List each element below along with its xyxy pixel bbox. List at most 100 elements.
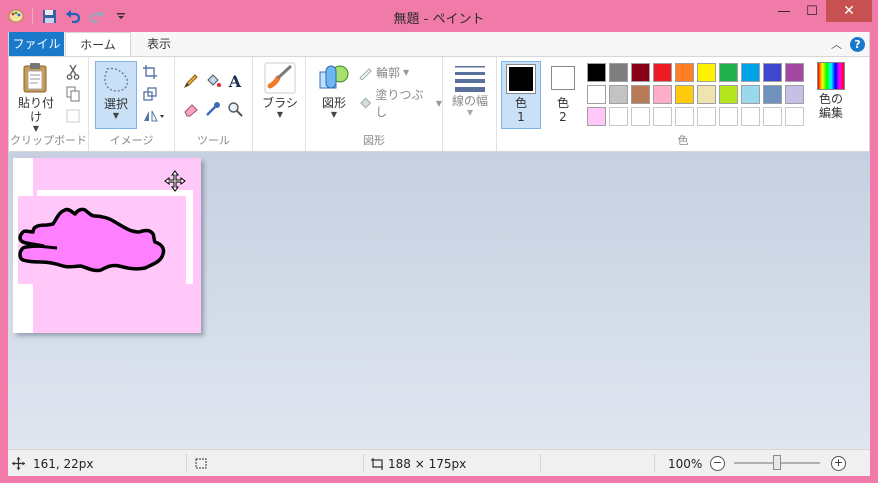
rotate-icon[interactable] (142, 108, 166, 124)
copy-icon[interactable] (65, 86, 81, 102)
palette-swatch-empty[interactable] (785, 107, 804, 126)
maximize-button[interactable]: ☐ (798, 0, 826, 22)
status-separator (540, 454, 541, 473)
palette-swatch[interactable] (675, 85, 694, 104)
line-width-icon (455, 66, 485, 92)
eraser-icon[interactable] (183, 101, 199, 117)
palette-swatch-empty[interactable] (741, 107, 760, 126)
palette-swatch-empty[interactable] (763, 107, 782, 126)
palette-swatch[interactable] (697, 63, 716, 82)
color1-swatch (509, 67, 533, 91)
paste-button[interactable]: 貼り付け ▼ (14, 62, 58, 133)
move-cursor-icon (164, 170, 186, 192)
palette-swatch[interactable] (697, 85, 716, 104)
pencil-icon[interactable] (183, 73, 199, 89)
palette-swatch[interactable] (763, 63, 782, 82)
paste-icon (23, 63, 47, 93)
cut-icon[interactable] (65, 64, 81, 80)
palette-swatch[interactable] (785, 85, 804, 104)
palette-swatch[interactable] (719, 85, 738, 104)
palette-swatch-empty[interactable] (719, 107, 738, 126)
ribbon: 貼り付け ▼ クリップボード 選択 ▼ イメージ A ツール ブラシ ▼ 図形 … (8, 56, 870, 152)
shapes-button[interactable]: 図形 ▼ (314, 62, 354, 119)
select-button[interactable]: 選択 ▼ (95, 61, 137, 129)
outline-icon (359, 68, 372, 80)
status-bar: 161, 22px 188 × 175px 100% − + (8, 449, 870, 476)
color1-button[interactable]: 色 1 (501, 61, 541, 129)
palette-swatch[interactable] (631, 63, 650, 82)
shapes-label: 図形 (321, 96, 346, 110)
zoom-out-button[interactable]: − (710, 456, 725, 471)
palette-swatch[interactable] (631, 85, 650, 104)
size-dropdown-icon: ▼ (466, 108, 474, 117)
tools-group-label: ツール (197, 134, 230, 147)
cursor-position: 161, 22px (12, 450, 94, 477)
crop-icon[interactable] (142, 64, 158, 80)
size-button[interactable]: 線の幅 ▼ (447, 62, 493, 117)
color2-swatch (551, 66, 575, 90)
palette-swatch-empty[interactable] (653, 107, 672, 126)
tools-group: A ツール (175, 57, 253, 151)
paste-from-icon (65, 108, 81, 124)
palette-swatch[interactable] (609, 63, 628, 82)
select-label: 選択 (103, 97, 128, 111)
color2-label: 色 (556, 96, 569, 110)
palette-swatch[interactable] (587, 63, 606, 82)
palette-swatch[interactable] (609, 85, 628, 104)
image-group: 選択 ▼ イメージ (89, 57, 175, 151)
zoom-slider-thumb[interactable] (773, 455, 781, 470)
status-separator (186, 454, 187, 473)
zoom-in-button[interactable]: + (831, 456, 846, 471)
brushes-button[interactable]: ブラシ ▼ (259, 62, 301, 119)
palette-swatch[interactable] (719, 63, 738, 82)
palette-swatch[interactable] (587, 85, 606, 104)
palette-swatch[interactable] (763, 85, 782, 104)
image-size-text: 188 × 175px (388, 456, 467, 471)
cursor-position-icon (12, 457, 25, 470)
palette-swatch[interactable] (785, 63, 804, 82)
outline-button[interactable]: 輪郭 ▼ (358, 64, 409, 81)
palette-swatch-empty[interactable] (631, 107, 650, 126)
brushes-dropdown-icon[interactable]: ▼ (277, 110, 283, 119)
selection-size (194, 450, 208, 477)
ribbon-tabs: ファイル ホーム 表示 ︿ ? (8, 32, 870, 57)
palette-swatch-empty[interactable] (675, 107, 694, 126)
color2-button[interactable]: 色 2 (545, 63, 581, 124)
shapes-dropdown-icon[interactable]: ▼ (331, 110, 337, 119)
palette-swatch-empty[interactable] (697, 107, 716, 126)
select-dropdown-icon[interactable]: ▼ (113, 111, 119, 120)
colors-group: 色 1 色 2 色の 編集 色 (497, 57, 869, 151)
palette-swatch[interactable] (653, 63, 672, 82)
brushes-group: ブラシ ▼ (253, 57, 305, 151)
outline-dropdown-icon: ▼ (403, 68, 410, 77)
edit-colors-button[interactable]: 色の 編集 (809, 62, 853, 120)
clipboard-group: 貼り付け ▼ クリップボード (9, 57, 89, 151)
edit-colors-icon (817, 62, 845, 90)
resize-icon[interactable] (142, 86, 158, 102)
window-title: 無題 - ペイント (393, 12, 485, 27)
tab-home[interactable]: ホーム (65, 32, 131, 57)
help-icon[interactable]: ? (850, 36, 865, 52)
color1-number: 1 (517, 110, 525, 124)
minimize-button[interactable]: — (770, 0, 798, 22)
palette-swatch[interactable] (653, 85, 672, 104)
tab-view[interactable]: 表示 (135, 32, 183, 56)
zoom-level: 100% (668, 456, 703, 471)
palette-swatch[interactable] (587, 107, 606, 126)
select-icon (104, 67, 129, 92)
magnifier-icon[interactable] (227, 101, 243, 117)
palette-swatch-empty[interactable] (609, 107, 628, 126)
palette-swatch[interactable] (741, 63, 760, 82)
fill-dropdown-icon: ▼ (435, 98, 442, 108)
color-picker-icon[interactable] (205, 101, 221, 117)
fill-bucket-icon[interactable] (205, 73, 221, 89)
text-tool-icon[interactable]: A (227, 72, 243, 91)
tab-file[interactable]: ファイル (9, 32, 64, 56)
shapes-group-label: 図形 (363, 134, 385, 147)
palette-swatch[interactable] (675, 63, 694, 82)
close-button[interactable]: ✕ (826, 0, 872, 22)
palette-swatch[interactable] (741, 85, 760, 104)
collapse-ribbon-icon[interactable]: ︿ (831, 36, 842, 52)
outline-label: 輪郭 (376, 66, 401, 80)
fill-button[interactable]: 塗りつぶし ▼ (358, 86, 442, 120)
